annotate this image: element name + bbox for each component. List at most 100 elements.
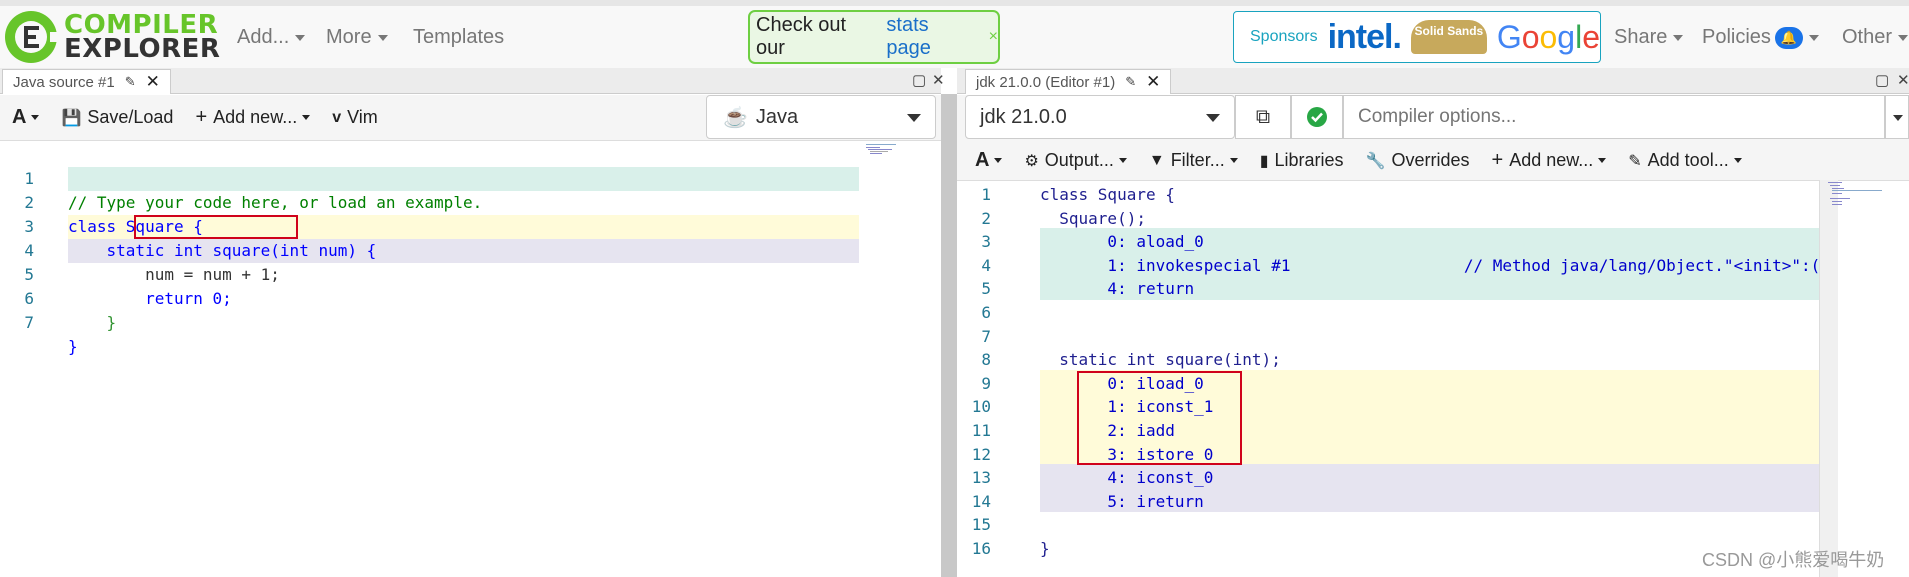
plus-icon: + [195,106,208,128]
compiler-select[interactable]: jdk 21.0.0 [965,95,1235,139]
filter-icon: ▼ [1148,151,1165,169]
language-select[interactable]: ☕ Java [706,95,936,139]
line-number: 16 [971,539,991,558]
nav-share-label: Share [1614,26,1668,48]
compiler-value: jdk 21.0.0 [980,105,1067,128]
chevron-down-icon [1229,158,1238,163]
notice-close-icon[interactable]: × [989,28,998,46]
line-code: Square(); [1040,208,1146,228]
options-dropdown[interactable] [1885,95,1909,139]
chevron-down-icon [1893,115,1903,121]
minimap[interactable] [866,143,912,155]
watermark-text: CSDN @小熊爱喝牛奶 [1702,550,1885,570]
nav-share-menu[interactable]: Share [1614,26,1684,49]
popout-button[interactable]: ⧉ [1235,95,1291,139]
line-code: } [68,337,78,356]
libraries-button[interactable]: ▮ Libraries [1260,150,1344,171]
pencil-icon[interactable]: ✎ [125,74,136,90]
line-code: class Square { [1040,185,1175,204]
maximize-icon[interactable]: ▢ [1875,71,1889,89]
add-tool-label: Add tool... [1647,150,1729,170]
plus-icon: + [1491,149,1504,171]
nav-policies-menu[interactable]: Policies 🔔 [1702,26,1819,49]
line-code: 4: return [1040,279,1195,299]
save-load-button[interactable]: 💾 Save/Load [61,107,173,128]
floppy-disk-icon: 💾 [61,109,82,127]
code-line: 4 num = num + 1; [0,215,280,284]
pane-splitter[interactable] [941,94,957,577]
language-value: Java [755,105,799,128]
close-pane-icon[interactable]: ✕ [932,71,945,89]
intel-logo[interactable]: intel. [1328,18,1402,57]
line-code: } [1040,539,1050,558]
tool-icon: ✎ [1628,152,1642,170]
solid-sands-logo[interactable]: Solid Sands [1410,20,1487,54]
output-button[interactable]: ⚙ Output... [1024,150,1127,171]
chevron-down-icon [377,34,388,41]
source-editor[interactable]: 1 // Type your code here, or load an exa… [0,141,941,577]
minimap[interactable] [1828,181,1884,207]
highlight-box [134,215,298,239]
nav-other-menu[interactable]: Other [1842,26,1909,49]
line-number: 4 [981,255,991,275]
chevron-down-icon [295,34,306,41]
compiler-options-input[interactable] [1343,95,1885,139]
vim-label: Vim [347,107,378,127]
add-new-button[interactable]: + Add new... [195,106,311,129]
book-icon: ▮ [1259,152,1269,170]
close-icon[interactable]: ✕ [146,72,160,92]
java-icon: ☕ [723,106,748,129]
nav-more-menu[interactable]: More [326,26,388,49]
font-icon: A [975,149,990,171]
font-size-button[interactable]: A [975,149,1003,172]
asm-output-editor[interactable]: 1 class Square {2 Square(); 3 0: aload_0 4 … [957,181,1821,577]
logo-text[interactable]: COMPILER EXPLORER [64,12,221,64]
code-line: 6 } [0,263,116,332]
stats-page-link[interactable]: stats page [886,14,978,60]
maximize-icon[interactable]: ▢ [912,71,926,89]
nav-templates[interactable]: Templates [413,26,504,49]
add-new-label: Add new... [1509,150,1594,170]
close-pane-icon[interactable]: ✕ [1897,71,1909,89]
code-line: 5 return 0; [0,239,231,308]
line-code: 4: iconst_0 [1040,468,1214,488]
nav-add-menu[interactable]: Add... [237,26,306,49]
nav-more-label: More [326,26,372,48]
compiler-explorer-logo-icon[interactable] [2,8,60,66]
add-new-button[interactable]: + Add new... [1492,149,1607,172]
add-new-label: Add new... [213,107,298,127]
google-logo[interactable]: Google [1497,19,1600,56]
line-number: 1 [981,185,991,204]
filter-label: Filter... [1170,150,1225,170]
filter-button[interactable]: ▼ Filter... [1149,150,1238,171]
line-number: 15 [971,515,991,535]
add-tool-button[interactable]: ✎ Add tool... [1628,150,1742,171]
line-code: 1: invokespecial #1 // Method java/lang/… [1040,255,1821,275]
chevron-down-icon [1118,158,1127,163]
line-code: static int square(int num) { [68,241,377,260]
chevron-down-icon [994,158,1003,163]
chevron-down-icon [1733,158,1742,163]
tab-jdk-editor[interactable]: jdk 21.0.0 (Editor #1) ✎ ✕ [965,69,1172,94]
logo-line-2: EXPLORER [64,34,221,64]
navbar: COMPILER EXPLORER Add... More Templates … [0,6,1909,68]
pencil-icon[interactable]: ✎ [1125,74,1136,90]
vim-toggle[interactable]: v Vim [332,107,378,128]
code-line: 3 static int square(int num) { [0,191,376,260]
line-number: 8 [981,350,991,370]
vertical-scrollbar[interactable] [1819,180,1838,577]
font-size-button[interactable]: A [12,106,40,129]
vim-icon: v [332,108,342,126]
check-circle-icon [1307,107,1327,127]
bell-icon: 🔔 [1774,26,1803,49]
chevron-down-icon [1673,34,1684,41]
compile-status[interactable] [1291,95,1343,139]
tab-java-source[interactable]: Java source #1 ✎ ✕ [2,69,171,94]
line-code: } [68,313,117,332]
sponsors-box[interactable]: Sponsors intel. Solid Sands Google [1233,11,1601,63]
line-code: return 0; [68,289,232,308]
overrides-button[interactable]: 🔧 Overrides [1366,150,1470,171]
line-number: 7 [981,326,991,346]
save-load-label: Save/Load [87,107,174,127]
close-icon[interactable]: ✕ [1146,72,1160,92]
